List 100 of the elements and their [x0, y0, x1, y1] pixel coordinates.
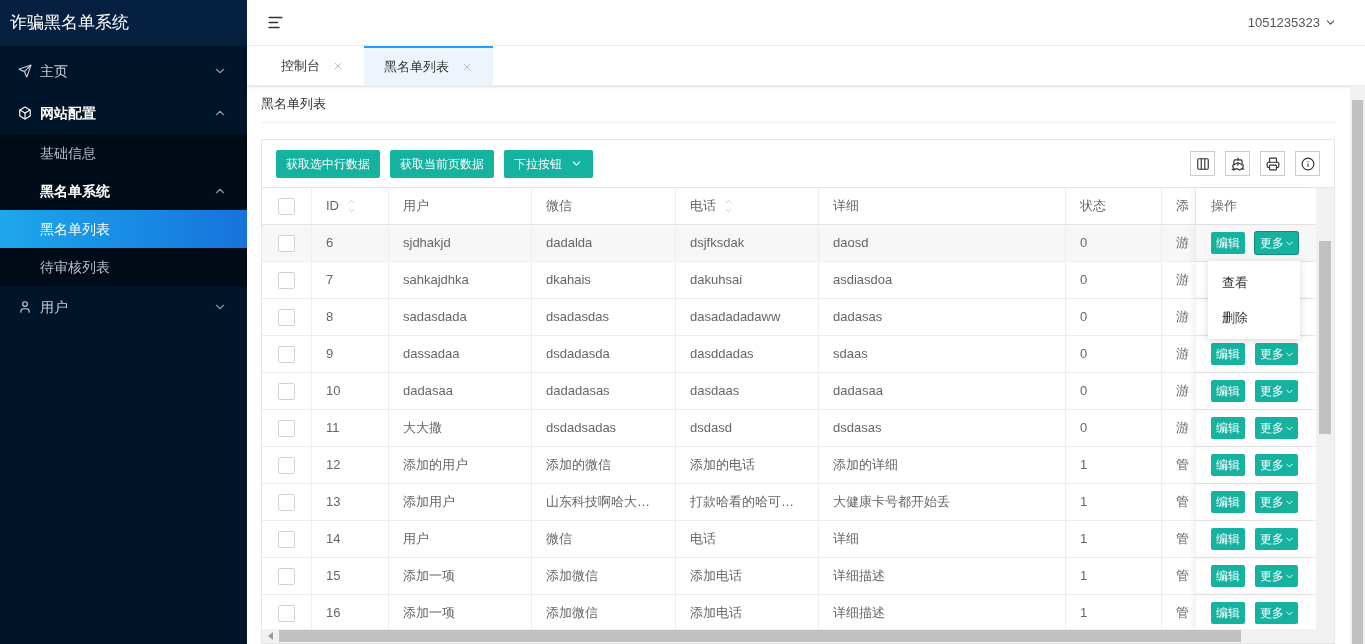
sidebar-item[interactable]: 网站配置	[0, 92, 247, 134]
edit-button[interactable]: 编辑	[1211, 343, 1245, 365]
checkbox[interactable]	[278, 493, 295, 511]
table-cell-text: dadasas	[833, 308, 883, 327]
toolbar-button[interactable]: 获取选中行数据	[276, 149, 380, 178]
table-cell-text: 添加电话	[690, 604, 742, 623]
table-cell-text: 8	[326, 308, 334, 327]
table-cell-text: dsdadsadas	[546, 419, 617, 438]
checkbox[interactable]	[278, 197, 295, 215]
table-cell-text: 游	[1176, 419, 1189, 438]
send-icon	[18, 64, 32, 78]
ship-icon[interactable]	[1225, 151, 1250, 176]
more-button[interactable]: 更多	[1255, 380, 1298, 402]
table-cell-text: sahkajdhka	[403, 271, 469, 290]
column-header[interactable]: 添	[1162, 188, 1196, 224]
checkbox[interactable]	[278, 345, 295, 363]
edit-button[interactable]: 编辑	[1211, 528, 1245, 550]
more-button[interactable]: 更多	[1255, 417, 1298, 439]
checkbox[interactable]	[278, 419, 295, 437]
sidebar-item[interactable]: 黑名单列表	[0, 210, 247, 248]
column-header[interactable]: 微信	[532, 188, 676, 224]
tab[interactable]: 黑名单列表	[364, 46, 493, 85]
user-menu[interactable]: 1051235323	[1247, 12, 1337, 33]
table-cell-text: 添加微信	[546, 604, 598, 623]
column-header[interactable]: ID	[312, 188, 389, 224]
table-cell-text: 管	[1176, 604, 1189, 623]
column-header[interactable]: 操作	[1196, 188, 1316, 224]
table-cell-text: dadadasas	[546, 382, 610, 401]
checkbox[interactable]	[278, 308, 295, 326]
table-cell-text: 用户	[403, 530, 429, 549]
checkbox[interactable]	[278, 530, 295, 548]
menu-item[interactable]: 查看	[1208, 265, 1300, 300]
table-cell-text: dsdadasda	[546, 345, 610, 364]
checkbox[interactable]	[278, 382, 295, 400]
edit-button[interactable]: 编辑	[1211, 417, 1245, 439]
table-cell-text: 大健康卡号都开始丢	[833, 493, 950, 512]
column-header[interactable]: 电话	[676, 188, 819, 224]
sidebar-item[interactable]: 黑名单系统	[0, 172, 247, 210]
table-cell-text: 6	[326, 234, 334, 253]
columns-icon[interactable]	[1190, 151, 1215, 176]
column-header[interactable]: 用户	[389, 188, 532, 224]
menu-icon[interactable]	[267, 14, 284, 31]
table-cell-text: 游	[1176, 271, 1189, 290]
table-cell-text: 管	[1176, 456, 1189, 475]
sidebar-item[interactable]: 用户	[0, 286, 247, 328]
checkbox[interactable]	[278, 567, 295, 585]
table-cell-text: 添加电话	[690, 567, 742, 586]
table-cell-text: 1	[1080, 567, 1088, 586]
vertical-scrollbar[interactable]	[1316, 188, 1334, 643]
more-button[interactable]: 更多	[1255, 232, 1298, 254]
edit-button[interactable]: 编辑	[1211, 491, 1245, 513]
table-cell-text: 15	[326, 567, 341, 586]
table-cell-text: 微信	[546, 530, 572, 549]
horizontal-scrollbar[interactable]	[262, 629, 1316, 643]
checkbox[interactable]	[278, 271, 295, 289]
table-cell-text: daosd	[833, 234, 869, 253]
table-cell-text: 9	[326, 345, 334, 364]
more-button[interactable]: 更多	[1255, 528, 1298, 550]
checkbox[interactable]	[278, 456, 295, 474]
table-cell-text: 0	[1080, 271, 1088, 290]
table-cell-text: dsjfksdak	[690, 234, 745, 253]
print-icon[interactable]	[1260, 151, 1285, 176]
table-cell-text: dadasaa	[403, 382, 453, 401]
info-icon[interactable]	[1295, 151, 1320, 176]
more-button[interactable]: 更多	[1255, 565, 1298, 587]
more-button[interactable]: 更多	[1255, 491, 1298, 513]
table-cell-text: dasadadadaww	[690, 308, 781, 327]
edit-button[interactable]: 编辑	[1211, 602, 1245, 624]
edit-button[interactable]: 编辑	[1211, 380, 1245, 402]
table-cell-text: 添加的用户	[403, 456, 468, 475]
table-cell-text: sjdhakjd	[403, 234, 451, 253]
edit-button[interactable]: 编辑	[1211, 454, 1245, 476]
table-cell-text: 管	[1176, 493, 1189, 512]
table-cell-text: 添加微信	[546, 567, 598, 586]
sidebar-item[interactable]: 基础信息	[0, 134, 247, 172]
table-cell-text: 打款哈看的哈可…	[690, 493, 794, 512]
page-scrollbar[interactable]	[1350, 86, 1365, 644]
tab[interactable]: 控制台	[261, 46, 364, 85]
more-button[interactable]: 更多	[1255, 602, 1298, 624]
table-cell-text: 电话	[690, 530, 716, 549]
sidebar-item[interactable]: 待审核列表	[0, 248, 247, 286]
sidebar-item[interactable]: 主页	[0, 50, 247, 92]
checkbox[interactable]	[278, 604, 295, 622]
more-button[interactable]: 更多	[1255, 343, 1298, 365]
column-header[interactable]: 详细	[819, 188, 1066, 224]
scroll-left-icon[interactable]	[268, 632, 273, 640]
menu-item[interactable]: 删除	[1208, 300, 1300, 335]
table-cell-text: 添加一项	[403, 604, 455, 623]
sort-icon[interactable]	[724, 197, 733, 215]
table-cell-text: dasdaas	[690, 382, 740, 401]
sort-icon[interactable]	[347, 197, 356, 215]
table-cell-text: sadasdada	[403, 308, 467, 327]
table-cell-text: 1	[1080, 493, 1088, 512]
column-header[interactable]: 状态	[1066, 188, 1162, 224]
more-button[interactable]: 更多	[1255, 454, 1298, 476]
edit-button[interactable]: 编辑	[1211, 232, 1245, 254]
dropdown-button[interactable]: 下拉按钮	[504, 149, 593, 178]
edit-button[interactable]: 编辑	[1211, 565, 1245, 587]
checkbox[interactable]	[278, 234, 295, 252]
toolbar-button[interactable]: 获取当前页数据	[390, 149, 494, 178]
